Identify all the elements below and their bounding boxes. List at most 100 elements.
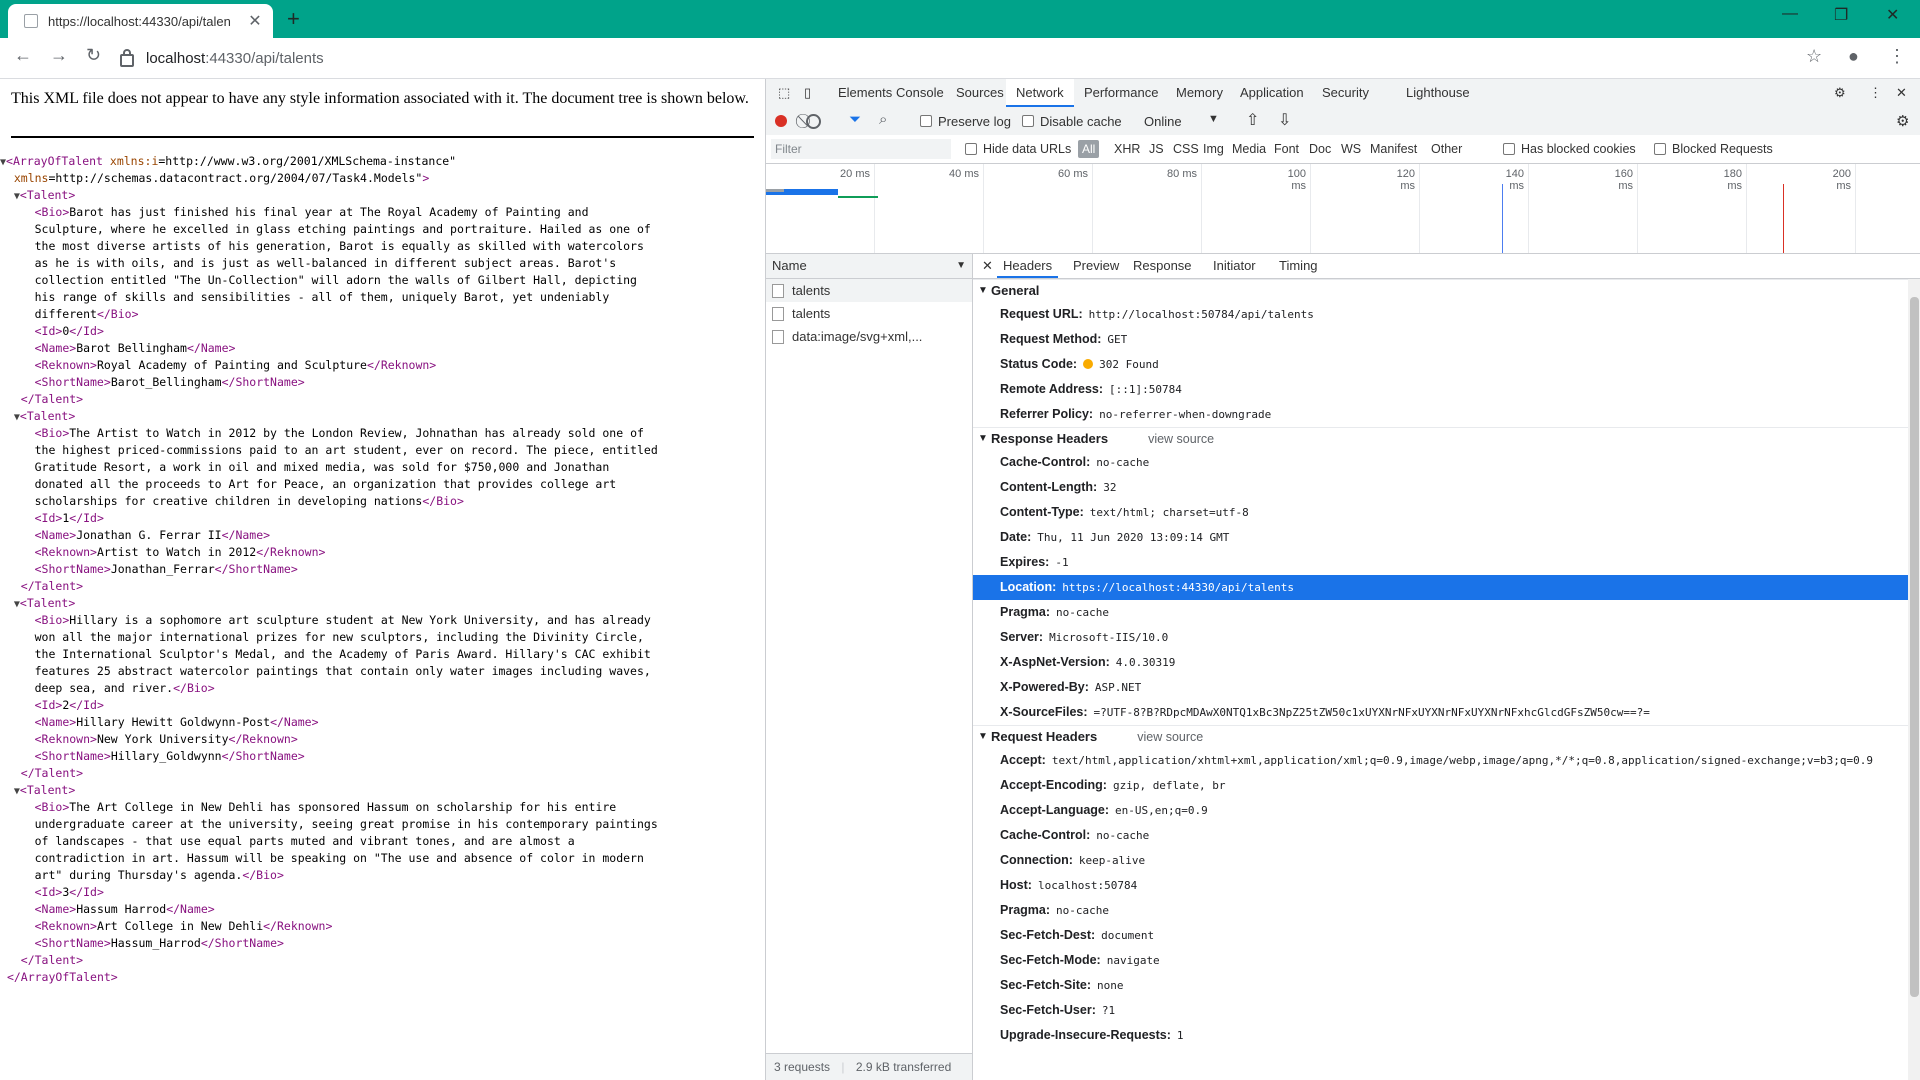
address-bar[interactable]: localhost:44330/api/talents xyxy=(120,43,1800,73)
header-row[interactable]: Remote Address: [::1]:50784 xyxy=(973,377,1908,402)
header-row[interactable]: Pragma: no-cache xyxy=(973,600,1908,625)
more-options-icon[interactable]: ⋮ xyxy=(1869,79,1882,107)
filter-type-media[interactable]: Media xyxy=(1232,142,1266,156)
filter-type-js[interactable]: JS xyxy=(1149,142,1164,156)
header-row[interactable]: Sec-Fetch-Site: none xyxy=(973,973,1908,998)
general-section-header[interactable]: ▼ General xyxy=(973,279,1908,302)
request-row[interactable]: talents xyxy=(766,279,972,302)
reload-icon[interactable]: ↻ xyxy=(86,45,101,66)
xml-line[interactable]: ▼<Talent> xyxy=(0,408,658,425)
devtools-tab-console[interactable]: Console xyxy=(896,79,944,107)
scrollbar-thumb[interactable] xyxy=(1910,297,1919,997)
filter-icon[interactable]: ⏷ xyxy=(849,111,861,128)
filter-type-css[interactable]: CSS xyxy=(1173,142,1199,156)
close-devtools-icon[interactable]: ✕ xyxy=(1896,79,1907,107)
header-row[interactable]: X-SourceFiles: =?UTF-8?B?RDpcMDAwX0NTQ1xB… xyxy=(973,700,1908,725)
filter-input[interactable]: Filter xyxy=(771,139,951,159)
devtools-tab-application[interactable]: Application xyxy=(1240,79,1304,107)
settings-icon[interactable]: ⚙ xyxy=(1834,79,1846,107)
filter-type-xhr[interactable]: XHR xyxy=(1114,142,1140,156)
request-row[interactable]: data:image/svg+xml,... xyxy=(766,325,972,348)
clear-circle-icon[interactable] xyxy=(806,114,821,129)
devtools-tab-memory[interactable]: Memory xyxy=(1176,79,1223,107)
header-row[interactable]: Location: https://localhost:44330/api/tal… xyxy=(973,575,1908,600)
header-row[interactable]: Accept: text/html,application/xhtml+xml,a… xyxy=(973,748,1908,773)
name-column-header[interactable]: Name ▼ xyxy=(766,254,972,279)
filter-type-manifest[interactable]: Manifest xyxy=(1370,142,1417,156)
profile-icon[interactable]: ● xyxy=(1848,46,1859,67)
devtools-tab-lighthouse[interactable]: Lighthouse xyxy=(1406,79,1470,107)
header-row[interactable]: Sec-Fetch-Mode: navigate xyxy=(973,948,1908,973)
network-overview-timeline[interactable]: 20 ms 40 ms 60 ms 80 ms 100 ms 120 ms 140 ms 16… xyxy=(766,164,1920,254)
header-row[interactable]: Host: localhost:50784 xyxy=(973,873,1908,898)
header-row[interactable]: Content-Length: 32 xyxy=(973,475,1908,500)
expand-triangle-icon[interactable]: ▼ xyxy=(978,428,988,450)
detail-tab-timing[interactable]: Timing xyxy=(1279,254,1318,278)
close-detail-icon[interactable]: ✕ xyxy=(982,254,993,278)
menu-icon[interactable]: ⋮ xyxy=(1888,46,1906,67)
hide-data-urls-checkbox[interactable] xyxy=(965,143,977,155)
close-window-icon[interactable]: ✕ xyxy=(1886,5,1899,25)
sort-chevron-icon[interactable]: ▼ xyxy=(956,254,966,278)
header-row[interactable]: Request Method: GET xyxy=(973,327,1908,352)
lock-icon[interactable] xyxy=(120,48,134,67)
back-icon[interactable]: ← xyxy=(14,45,32,66)
devtools-tab-elements[interactable]: Elements xyxy=(838,79,892,107)
filter-type-img[interactable]: Img xyxy=(1203,142,1224,156)
inspect-element-icon[interactable]: ⬚ xyxy=(778,79,790,107)
header-row[interactable]: Cache-Control: no-cache xyxy=(973,823,1908,848)
header-row[interactable]: X-AspNet-Version: 4.0.30319 xyxy=(973,650,1908,675)
blocked-requests-checkbox[interactable] xyxy=(1654,143,1666,155)
response-headers-section-header[interactable]: ▼ Response Headers view source xyxy=(973,427,1908,450)
device-toolbar-icon[interactable]: ▯ xyxy=(804,79,811,107)
header-row[interactable]: Accept-Language: en-US,en;q=0.9 xyxy=(973,798,1908,823)
view-source-link[interactable]: view source xyxy=(1137,730,1203,744)
xml-line[interactable]: ▼<ArrayOfTalent xmlns:i=http://www.w3.or… xyxy=(0,153,658,170)
throttle-select[interactable]: Online xyxy=(1144,114,1182,129)
filter-all-button[interactable]: All xyxy=(1078,140,1100,158)
request-headers-section-header[interactable]: ▼ Request Headers view source xyxy=(973,725,1908,748)
header-row[interactable]: Expires: -1 xyxy=(973,550,1908,575)
filter-type-other[interactable]: Other xyxy=(1431,142,1462,156)
devtools-tab-performance[interactable]: Performance xyxy=(1084,79,1158,107)
detail-tab-headers[interactable]: Headers xyxy=(997,254,1059,278)
header-row[interactable]: Content-Type: text/html; charset=utf-8 xyxy=(973,500,1908,525)
header-row[interactable]: Accept-Encoding: gzip, deflate, br xyxy=(973,773,1908,798)
view-source-link[interactable]: view source xyxy=(1148,432,1214,446)
disable-cache-checkbox[interactable] xyxy=(1022,115,1034,127)
detail-tab-preview[interactable]: Preview xyxy=(1073,254,1119,278)
restore-icon[interactable]: ❐ xyxy=(1834,5,1848,25)
header-row[interactable]: Sec-Fetch-User: ?1 xyxy=(973,998,1908,1023)
xml-line[interactable]: ▼<Talent> xyxy=(0,782,658,799)
expand-triangle-icon[interactable]: ▼ xyxy=(978,726,988,748)
filter-type-doc[interactable]: Doc xyxy=(1309,142,1331,156)
devtools-tab-sources[interactable]: Sources xyxy=(956,79,1004,107)
header-row[interactable]: Referrer Policy: no-referrer-when-downgra… xyxy=(973,402,1908,427)
detail-tab-initiator[interactable]: Initiator xyxy=(1213,254,1256,278)
record-icon[interactable] xyxy=(775,115,787,127)
header-row[interactable]: Sec-Fetch-Dest: document xyxy=(973,923,1908,948)
devtools-tab-security[interactable]: Security xyxy=(1322,79,1369,107)
new-tab-icon[interactable]: + xyxy=(287,6,300,32)
blocked-cookies-checkbox[interactable] xyxy=(1503,143,1515,155)
chevron-down-icon[interactable]: ▼ xyxy=(1208,113,1219,125)
minimize-icon[interactable]: — xyxy=(1782,5,1798,23)
header-row[interactable]: Upgrade-Insecure-Requests: 1 xyxy=(973,1023,1908,1048)
detail-tab-response[interactable]: Response xyxy=(1133,254,1192,278)
devtools-tab-network[interactable]: Network xyxy=(1006,79,1074,107)
export-har-icon[interactable]: ⇩ xyxy=(1278,110,1291,130)
xml-line[interactable]: ▼<Talent> xyxy=(0,187,658,204)
header-row[interactable]: Status Code: 302 Found xyxy=(973,352,1908,377)
import-har-icon[interactable]: ⇧ xyxy=(1246,110,1259,130)
header-row[interactable]: Cache-Control: no-cache xyxy=(973,450,1908,475)
header-row[interactable]: Date: Thu, 11 Jun 2020 13:09:14 GMT xyxy=(973,525,1908,550)
bookmark-star-icon[interactable]: ☆ xyxy=(1806,46,1822,67)
header-row[interactable]: Pragma: no-cache xyxy=(973,898,1908,923)
filter-type-ws[interactable]: WS xyxy=(1341,142,1361,156)
scrollbar[interactable] xyxy=(1908,279,1920,1080)
request-row[interactable]: talents xyxy=(766,302,972,325)
network-settings-icon[interactable]: ⚙ xyxy=(1896,112,1909,130)
forward-icon[interactable]: → xyxy=(50,45,68,66)
search-icon[interactable]: ⌕ xyxy=(879,111,887,128)
xml-line[interactable]: ▼<Talent> xyxy=(0,595,658,612)
